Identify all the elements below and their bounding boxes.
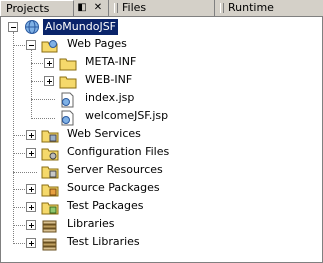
server-resources-folder-icon (41, 166, 59, 179)
tree-line (31, 99, 55, 100)
tree-line (13, 189, 25, 190)
tree-line (31, 50, 32, 119)
tree-line (13, 135, 25, 136)
collapse-toggle[interactable] (26, 40, 36, 50)
config-folder-icon (41, 148, 59, 161)
tree-line (13, 45, 25, 46)
folder-open-icon (41, 40, 58, 53)
expand-toggle[interactable] (26, 130, 36, 140)
expand-toggle[interactable] (26, 220, 36, 230)
project-tree[interactable]: AloMundoJSF Web Pages META-INF WEB-INF i… (0, 17, 323, 263)
expand-toggle[interactable] (26, 238, 36, 248)
expand-toggle[interactable] (26, 202, 36, 212)
expand-toggle[interactable] (44, 58, 54, 68)
web-services-folder-icon (41, 130, 59, 143)
tab-grip (220, 3, 224, 13)
tab-projects[interactable]: Projects (0, 0, 74, 16)
tree-line (13, 243, 25, 244)
tree-line (13, 153, 25, 154)
tree-line (13, 225, 25, 226)
index-jsp-label[interactable]: index.jsp (85, 91, 134, 104)
tab-files-label: Files (122, 1, 147, 14)
tree-line (31, 81, 45, 82)
tree-line (31, 63, 45, 64)
expand-toggle[interactable] (26, 148, 36, 158)
tab-files[interactable]: Files (108, 0, 215, 16)
test-libraries-icon (42, 238, 57, 251)
tab-runtime-label: Runtime (228, 1, 274, 14)
jsp-file-icon (61, 110, 74, 126)
test-packages-label[interactable]: Test Packages (67, 199, 143, 212)
web-inf-label[interactable]: WEB-INF (85, 73, 132, 86)
web-services-label[interactable]: Web Services (67, 127, 141, 140)
tab-bar: Projects ◧ ✕ Files Runtime (0, 0, 323, 17)
close-icon[interactable]: ✕ (92, 2, 104, 14)
tab-runtime[interactable]: Runtime (215, 0, 323, 16)
libraries-icon (42, 220, 57, 233)
tree-line (13, 172, 37, 173)
expand-toggle[interactable] (26, 184, 36, 194)
tree-line (13, 207, 25, 208)
restore-icon[interactable]: ◧ (76, 2, 88, 14)
jsp-file-icon (61, 92, 74, 108)
meta-inf-label[interactable]: META-INF (85, 55, 136, 68)
expand-toggle[interactable] (44, 76, 54, 86)
test-libraries-label[interactable]: Test Libraries (67, 235, 140, 248)
tree-line (13, 32, 14, 244)
folder-icon (59, 76, 77, 89)
source-packages-label[interactable]: Source Packages (67, 181, 160, 194)
web-pages-label[interactable]: Web Pages (67, 37, 127, 50)
server-resources-label[interactable]: Server Resources (67, 163, 163, 176)
libraries-label[interactable]: Libraries (67, 217, 115, 230)
tab-projects-label: Projects (6, 2, 50, 15)
folder-icon (59, 58, 77, 71)
collapse-toggle[interactable] (8, 22, 18, 32)
tree-line (31, 118, 55, 119)
web-project-icon (25, 20, 39, 34)
project-root-label[interactable]: AloMundoJSF (43, 19, 119, 35)
source-packages-folder-icon (41, 184, 59, 197)
test-packages-folder-icon (41, 202, 59, 215)
welcome-jsp-label[interactable]: welcomeJSF.jsp (85, 109, 168, 122)
tab-grip (114, 3, 118, 13)
configuration-files-label[interactable]: Configuration Files (67, 145, 169, 158)
